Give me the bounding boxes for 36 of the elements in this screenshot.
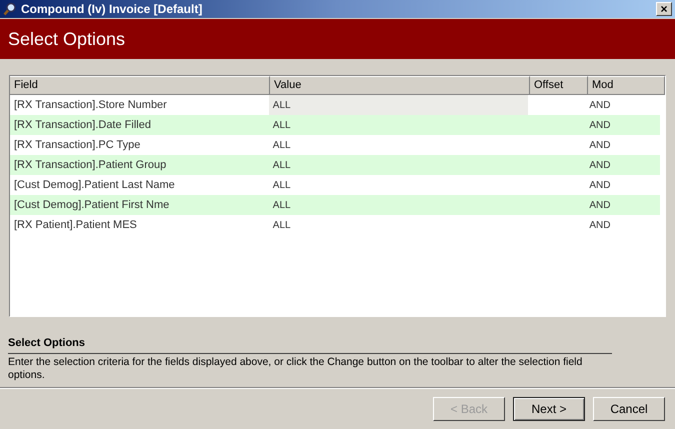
table-cell-text: [RX Transaction].Patient Group bbox=[13, 158, 168, 173]
table-cell-text: ALL bbox=[272, 118, 292, 132]
table-cell-text: ALL bbox=[272, 158, 292, 172]
table-cell-text: AND bbox=[588, 198, 612, 212]
table-cell-text: [Cust Demog].Patient First Nme bbox=[13, 198, 170, 213]
table-cell-text: AND bbox=[588, 178, 612, 192]
column-header[interactable]: Field bbox=[10, 76, 270, 95]
wizard-button[interactable]: Cancel bbox=[593, 396, 665, 420]
table-cell-text: AND bbox=[588, 138, 612, 152]
table-cell-text: ALL bbox=[272, 138, 292, 152]
banner-title: Select Options bbox=[8, 28, 126, 51]
table-cell-text: ALL bbox=[272, 198, 292, 212]
table-cell-text: [RX Transaction].PC Type bbox=[13, 138, 142, 153]
table-cell-text: [Cust Demog].Patient Last Name bbox=[13, 178, 176, 193]
table-row[interactable]: [RX Transaction].Date Filled ALL AND bbox=[10, 115, 660, 135]
table-cell: ALL bbox=[268, 95, 528, 115]
magnifier-icon bbox=[3, 2, 17, 16]
close-button[interactable]: × bbox=[656, 2, 672, 16]
window-title: Compound (Iv) Invoice [Default] bbox=[21, 1, 204, 18]
wizard-button[interactable]: Next > bbox=[513, 396, 585, 420]
table-cell-text: [RX Transaction].Store Number bbox=[13, 98, 168, 113]
table-cell-text: [RX Patient].Patient MES bbox=[13, 218, 138, 233]
table-row[interactable]: [RX Transaction].Patient Group ALL AND bbox=[10, 155, 660, 175]
table-cell-text: AND bbox=[588, 118, 612, 132]
table-cell-text: ALL bbox=[272, 178, 292, 192]
column-header[interactable]: Mod bbox=[588, 76, 665, 95]
table-cell-text: AND bbox=[588, 218, 612, 232]
table-cell-text: [RX Transaction].Date Filled bbox=[13, 118, 152, 133]
table-cell-text: ALL bbox=[272, 218, 292, 232]
column-header[interactable]: Offset bbox=[530, 76, 588, 95]
help-text: Enter the selection criteria for the fields displayed above, or click the Change button on the toolbar to alter the selection field options. bbox=[8, 356, 584, 382]
table-row[interactable]: [Cust Demog].Patient First Nme ALL AND bbox=[10, 195, 660, 215]
help-title: Select Options bbox=[8, 335, 612, 354]
table-cell-text: AND bbox=[588, 158, 612, 172]
column-header[interactable]: Value bbox=[270, 76, 530, 95]
table-cell-text: AND bbox=[588, 98, 612, 112]
